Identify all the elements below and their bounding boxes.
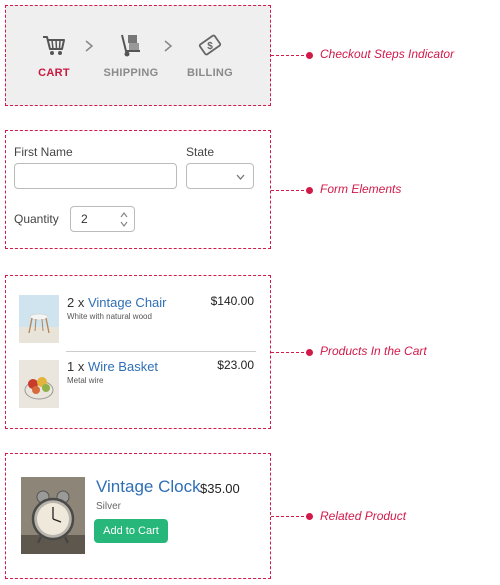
cart-item-desc: Metal wire bbox=[67, 376, 104, 385]
chevron-down-icon bbox=[236, 174, 245, 180]
cart-item-title: 1 x Wire Basket bbox=[67, 359, 158, 374]
related-product-price: $35.00 bbox=[200, 481, 240, 496]
step-shipping-label: SHIPPING bbox=[103, 67, 159, 79]
cart-icon bbox=[43, 36, 65, 55]
step-shipping[interactable]: SHIPPING bbox=[96, 31, 166, 79]
quantity-stepper[interactable]: 2 bbox=[70, 206, 135, 232]
related-product-desc: Silver bbox=[96, 501, 122, 512]
callout-connector bbox=[271, 513, 313, 520]
callout-connector bbox=[271, 187, 313, 194]
wire-basket-image bbox=[19, 360, 59, 408]
checkout-steps-panel: CART SHIPPING $ BILLING bbox=[5, 5, 271, 106]
add-to-cart-button[interactable]: Add to Cart bbox=[94, 519, 168, 543]
state-select[interactable] bbox=[186, 163, 254, 189]
callout-products-in-cart: Products In the Cart bbox=[320, 344, 427, 358]
step-billing[interactable]: $ BILLING bbox=[175, 31, 245, 79]
chevron-right-icon bbox=[85, 40, 94, 52]
dollar-card-icon: $ bbox=[198, 34, 222, 56]
cart-item-qty: 1 x bbox=[67, 359, 85, 374]
first-name-field[interactable] bbox=[14, 163, 177, 189]
vintage-chair-image bbox=[19, 295, 59, 343]
chevron-right-icon bbox=[164, 40, 173, 52]
cart-item-price: $23.00 bbox=[217, 358, 254, 372]
first-name-label: First Name bbox=[14, 145, 73, 159]
state-label: State bbox=[186, 145, 215, 159]
cart-item-desc: White with natural wood bbox=[67, 312, 152, 321]
related-product-panel: Vintage Clock $35.00 Silver Add to Cart bbox=[5, 453, 271, 579]
callout-connector bbox=[271, 52, 313, 59]
callout-form-elements: Form Elements bbox=[320, 182, 402, 196]
vintage-clock-image bbox=[21, 477, 85, 554]
callout-connector bbox=[271, 349, 313, 356]
vintage-chair-link[interactable]: Vintage Chair bbox=[88, 295, 167, 310]
related-product-title[interactable]: Vintage Clock bbox=[96, 477, 201, 497]
step-cart[interactable]: CART bbox=[19, 31, 89, 79]
form-elements-panel: First Name State Quantity 2 bbox=[5, 130, 271, 249]
callout-related-product: Related Product bbox=[320, 509, 407, 523]
hand-truck-icon bbox=[121, 34, 140, 57]
svg-text:$: $ bbox=[207, 41, 213, 52]
quantity-label: Quantity bbox=[14, 212, 59, 226]
step-billing-label: BILLING bbox=[186, 67, 234, 79]
spinner-up-icon[interactable] bbox=[120, 212, 128, 218]
cart-item-qty: 2 x bbox=[67, 295, 85, 310]
spinner-down-icon[interactable] bbox=[120, 221, 128, 227]
quantity-value: 2 bbox=[81, 212, 88, 226]
item-divider bbox=[66, 351, 256, 352]
cart-item-title: 2 x Vintage Chair bbox=[67, 295, 167, 310]
wire-basket-link[interactable]: Wire Basket bbox=[88, 359, 158, 374]
step-cart-label: CART bbox=[38, 67, 70, 79]
cart-products-panel: 2 x Vintage Chair White with natural woo… bbox=[5, 275, 271, 429]
cart-item-price: $140.00 bbox=[210, 294, 254, 308]
callout-checkout-steps: Checkout Steps Indicator bbox=[320, 47, 455, 61]
